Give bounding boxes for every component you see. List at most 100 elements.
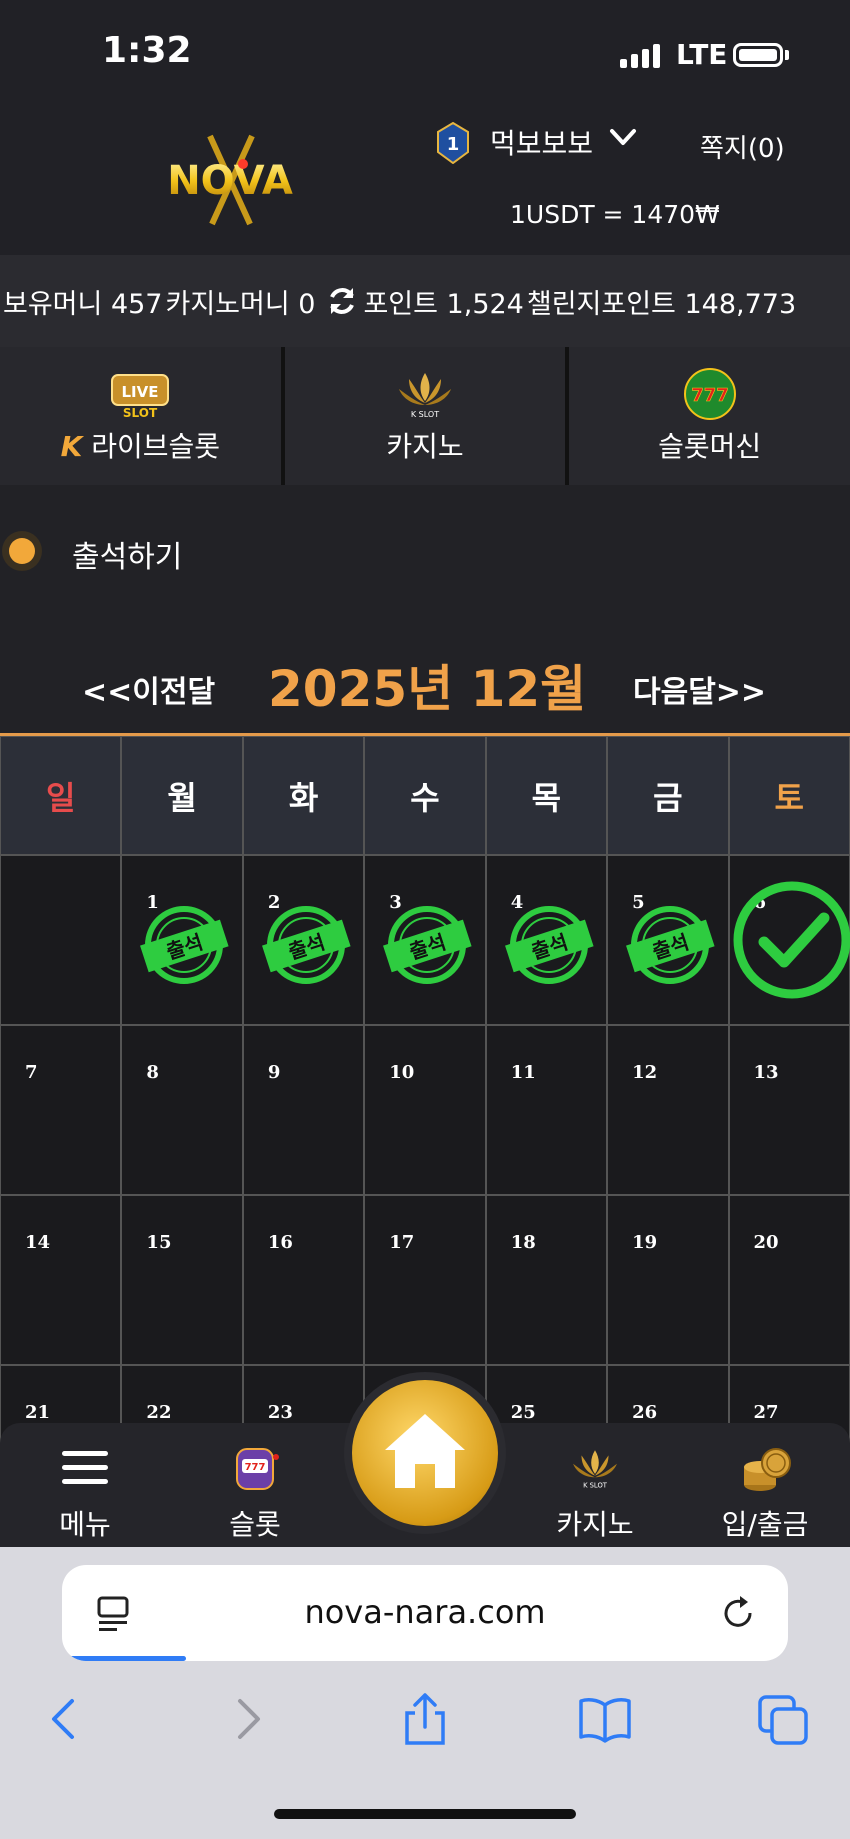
username[interactable]: 먹보보보: [490, 122, 593, 162]
k-slot-lotus-icon: K SLOT: [573, 1450, 617, 1489]
777-slots-icon: 777: [683, 368, 736, 420]
day-number: 15: [146, 1232, 172, 1253]
day-number: 13: [753, 1062, 779, 1083]
live-slot-icon: LIVE SLOT: [111, 374, 170, 420]
site-header: NOVA 1 먹보보보 쪽지(0) 1USDT = 1470₩: [0, 100, 850, 255]
calendar-day[interactable]: 1 출석: [121, 855, 243, 1025]
attendance-stamp-icon: 출석: [626, 906, 715, 984]
day-number: 23: [267, 1402, 293, 1423]
calendar-day[interactable]: 15: [121, 1195, 243, 1365]
calendar-day[interactable]: 9: [242, 1025, 365, 1195]
calendar-day[interactable]: 4 출석: [485, 855, 608, 1025]
category-casino[interactable]: K SLOT 카지노: [280, 347, 566, 485]
svg-text:SLOT: SLOT: [123, 406, 158, 420]
reload-icon[interactable]: [722, 1593, 758, 1633]
k-slot-lotus-icon: K SLOT: [399, 373, 451, 419]
attendance-stamp-icon: 출석: [261, 906, 351, 984]
back-icon[interactable]: [36, 1691, 92, 1747]
weekday-header: 수: [364, 736, 486, 855]
chevron-down-icon[interactable]: [608, 122, 638, 152]
day-number: 17: [389, 1232, 415, 1253]
battery-tip: [785, 50, 789, 60]
category-live-slot[interactable]: LIVE SLOT K 라이브슬롯: [0, 347, 281, 485]
day-number: 12: [632, 1062, 658, 1083]
nav-slot[interactable]: 777 슬롯: [180, 1423, 330, 1547]
nav-deposit-withdraw-label: 입/출금: [721, 1508, 809, 1541]
status-time: 1:32: [102, 30, 192, 71]
calendar-day[interactable]: 6: [728, 855, 850, 1025]
nav-casino[interactable]: K SLOT 카지노: [520, 1423, 670, 1547]
calendar-day[interactable]: 18: [485, 1195, 608, 1365]
svg-text:1: 1: [447, 134, 460, 155]
nav-deposit-withdraw[interactable]: 입/출금: [690, 1423, 840, 1547]
day-number: 10: [389, 1062, 415, 1083]
current-month: 2025년 12월: [268, 660, 587, 718]
bookmarks-icon[interactable]: [577, 1691, 633, 1747]
category-label-live-slot: 라이브슬롯: [91, 430, 221, 463]
weekday-header: 목: [485, 736, 608, 855]
calendar-day[interactable]: 5 출석: [607, 855, 729, 1025]
points: 포인트 1,524: [363, 288, 524, 320]
logo-text: NOVA: [167, 158, 293, 204]
calendar-day[interactable]: 7: [0, 1025, 122, 1195]
category-label-casino: 카지노: [386, 430, 464, 463]
calendar-day[interactable]: 17: [364, 1195, 486, 1365]
nova-logo[interactable]: NOVA: [140, 130, 320, 230]
nav-casino-label: 카지노: [556, 1508, 634, 1541]
svg-text:출석: 출석: [528, 930, 570, 964]
next-month-button[interactable]: 다음달>>: [633, 667, 766, 711]
attendance-radio-icon[interactable]: [2, 531, 42, 571]
calendar-day[interactable]: 13: [728, 1025, 850, 1195]
calendar-day[interactable]: 12: [607, 1025, 729, 1195]
svg-text:LIVE: LIVE: [122, 383, 159, 401]
day-number: 27: [753, 1402, 779, 1423]
forward-icon[interactable]: [220, 1691, 276, 1747]
weekday-header: 화: [242, 736, 365, 855]
attendance-title: 출석하기: [72, 540, 183, 575]
day-number: 7: [25, 1062, 38, 1083]
url-text: nova-nara.com: [304, 1593, 546, 1631]
refresh-icon[interactable]: [325, 284, 359, 318]
weekday-header: 토: [728, 736, 850, 855]
weekday-header: 금: [607, 736, 729, 855]
calendar-day[interactable]: 11: [485, 1025, 608, 1195]
challenge-points: 챌린지포인트 148,773: [526, 288, 797, 320]
svg-text:K SLOT: K SLOT: [583, 1481, 608, 1489]
weekday-header: 월: [121, 736, 243, 855]
holding-money: 보유머니 457: [3, 288, 163, 320]
slot-machine-icon: 777: [236, 1448, 279, 1490]
category-slot-machine[interactable]: 777 슬롯머신: [565, 347, 850, 485]
svg-text:777: 777: [691, 385, 729, 406]
calendar-day[interactable]: 8: [121, 1025, 243, 1195]
calendar-day[interactable]: 19: [607, 1195, 729, 1365]
nav-menu[interactable]: 메뉴: [10, 1423, 160, 1547]
hamburger-menu-icon: [62, 1451, 108, 1484]
calendar-day[interactable]: 20: [728, 1195, 850, 1365]
day-number: 20: [753, 1232, 779, 1253]
share-icon[interactable]: [397, 1691, 453, 1747]
battery-icon: [733, 43, 783, 67]
svg-text:출석: 출석: [407, 930, 449, 964]
nav-menu-label: 메뉴: [59, 1508, 111, 1541]
calendar-day[interactable]: 16: [242, 1195, 365, 1365]
calendar-day[interactable]: 10: [364, 1025, 486, 1195]
address-bar[interactable]: nova-nara.com: [62, 1565, 788, 1661]
today-check-icon: [733, 881, 850, 999]
network-label: LTE: [676, 38, 728, 71]
attendance-stamp-icon: 출석: [140, 906, 230, 984]
balance-bar: 보유머니 457 카지노머니 0 포인트 1,524 챌린지포인트 148,77…: [0, 255, 850, 347]
calendar-day[interactable]: 2 출석: [242, 855, 365, 1025]
category-tabs: LIVE SLOT K 라이브슬롯 K SLOT 카지노 777 슬롯머신: [0, 347, 850, 485]
day-number: 25: [510, 1402, 536, 1423]
calendar-day[interactable]: 14: [0, 1195, 122, 1365]
tabs-icon[interactable]: [756, 1691, 812, 1747]
rank-badge-icon: 1: [437, 122, 469, 164]
home-button[interactable]: [352, 1380, 498, 1526]
messages-link[interactable]: 쪽지(0): [700, 128, 785, 165]
home-indicator: [274, 1809, 576, 1819]
k-brand-icon: K: [60, 430, 83, 463]
calendar-day[interactable]: 3 출석: [364, 855, 486, 1025]
svg-text:777: 777: [245, 1462, 266, 1473]
prev-month-button[interactable]: <<이전달: [82, 667, 215, 711]
day-number: 26: [632, 1402, 658, 1423]
